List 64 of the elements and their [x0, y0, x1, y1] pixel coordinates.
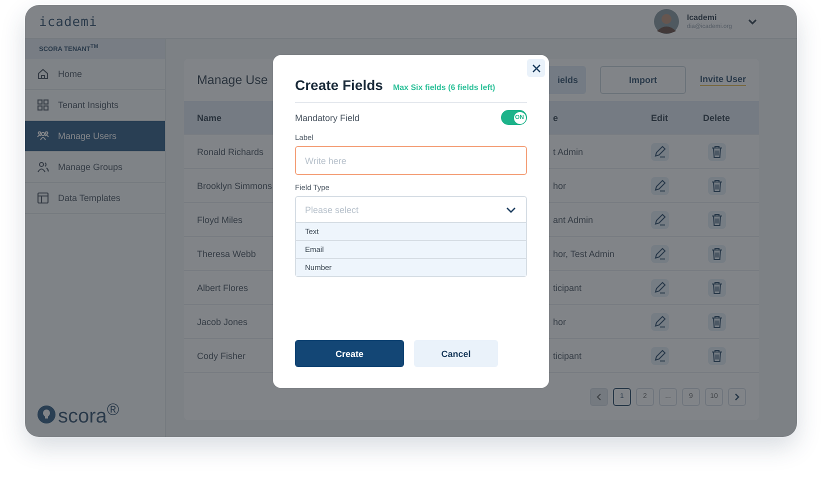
edit-icon[interactable]	[650, 176, 668, 194]
table-cell: Albert Flores	[197, 282, 248, 292]
table-cell: Jacob Jones	[197, 316, 248, 326]
table-cell: Ronald Richards	[197, 146, 264, 156]
chevron-down-icon[interactable]	[748, 18, 757, 24]
label-input[interactable]: Write here	[295, 146, 527, 175]
invite-link[interactable]: Invite User	[700, 74, 746, 86]
close-icon	[532, 64, 540, 72]
column-header: e	[553, 112, 558, 122]
cancel-button[interactable]: Cancel	[414, 340, 498, 367]
edit-icon[interactable]	[650, 142, 668, 160]
previous-page-button[interactable]	[590, 388, 608, 406]
table-cell: Cody Fisher	[197, 350, 246, 360]
bulb-logo-icon	[37, 405, 56, 424]
table-cell: Floyd Miles	[197, 214, 243, 224]
table-cell: ticipant	[553, 350, 582, 360]
delete-icon[interactable]	[708, 244, 726, 262]
delete-icon[interactable]	[708, 210, 726, 228]
table-cell: hor	[553, 316, 566, 326]
people-icon	[37, 161, 49, 173]
logo: icademi	[39, 14, 98, 30]
delete-icon[interactable]	[708, 142, 726, 160]
table-cell: Brooklyn Simmons	[197, 180, 272, 190]
sidebar-item[interactable]: Manage Users	[25, 121, 165, 152]
delete-icon[interactable]	[708, 176, 726, 194]
dialog-title: Create Fields	[295, 77, 383, 93]
column-header: Name	[197, 112, 222, 122]
action-button[interactable]: Import	[600, 66, 686, 94]
table-cell: t Admin	[553, 146, 584, 156]
grid-icon	[37, 99, 49, 111]
sidebar-item[interactable]: Data Templates	[25, 183, 165, 214]
next-page-button[interactable]	[728, 388, 746, 406]
chevron-left-icon	[596, 392, 602, 400]
field-limit-note: Max Six fields (6 fields left)	[392, 83, 496, 92]
table-cell: hor	[553, 180, 566, 190]
delete-icon[interactable]	[708, 312, 726, 330]
delete-icon[interactable]	[708, 278, 726, 296]
layout-icon	[37, 192, 49, 204]
brand-wordmark: scora$^{®}$	[58, 400, 120, 429]
close-button[interactable]	[527, 59, 545, 77]
table-cell: hor, Test Admin	[553, 248, 614, 258]
avatar-icon[interactable]	[654, 9, 679, 34]
column-header: Delete	[702, 112, 731, 122]
sidebar-item[interactable]: Manage Groups	[25, 152, 165, 183]
field-type-select[interactable]: Please select	[296, 197, 526, 222]
mandatory-label: Mandatory Field	[295, 112, 360, 122]
home-icon	[37, 68, 49, 80]
sidebar-item[interactable]: Home	[25, 59, 165, 90]
page-title: Manage Use	[197, 73, 268, 87]
edit-icon[interactable]	[650, 346, 668, 364]
chevron-right-icon	[734, 392, 740, 400]
edit-icon[interactable]	[650, 278, 668, 296]
users-icon	[37, 130, 49, 142]
column-header: Edit	[650, 112, 669, 122]
table-cell: ticipant	[553, 282, 582, 292]
create-button[interactable]: Create	[295, 340, 404, 367]
delete-icon[interactable]	[708, 346, 726, 364]
edit-icon[interactable]	[650, 210, 668, 228]
chevron-down-icon	[506, 206, 516, 212]
edit-icon[interactable]	[650, 244, 668, 262]
table-cell: ant Admin	[553, 214, 594, 224]
edit-icon[interactable]	[650, 312, 668, 330]
table-cell: Theresa Webb	[197, 248, 256, 258]
user-name: Icademi	[686, 13, 718, 22]
